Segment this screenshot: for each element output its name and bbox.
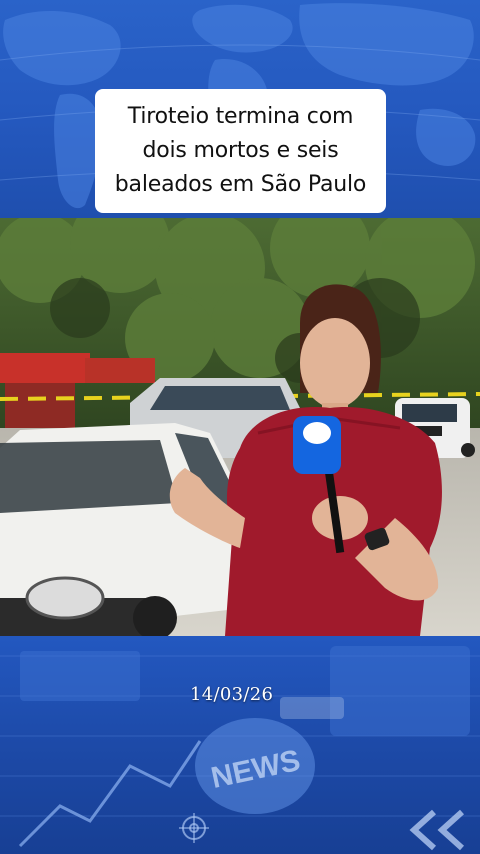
video-frame[interactable] xyxy=(0,218,480,636)
bottom-background: NEWS xyxy=(0,636,480,854)
headline-text: Tiroteio termina com dois mortos e seis … xyxy=(114,104,367,197)
headline-card: Tiroteio termina com dois mortos e seis … xyxy=(95,89,386,213)
news-scene-image xyxy=(0,218,480,636)
date-label: 14/03/26 xyxy=(190,684,274,705)
date-underlay xyxy=(280,697,344,719)
crosshair-icon xyxy=(179,813,209,843)
news-icon: NEWS xyxy=(195,718,315,814)
double-chevron-left-icon xyxy=(409,809,465,851)
